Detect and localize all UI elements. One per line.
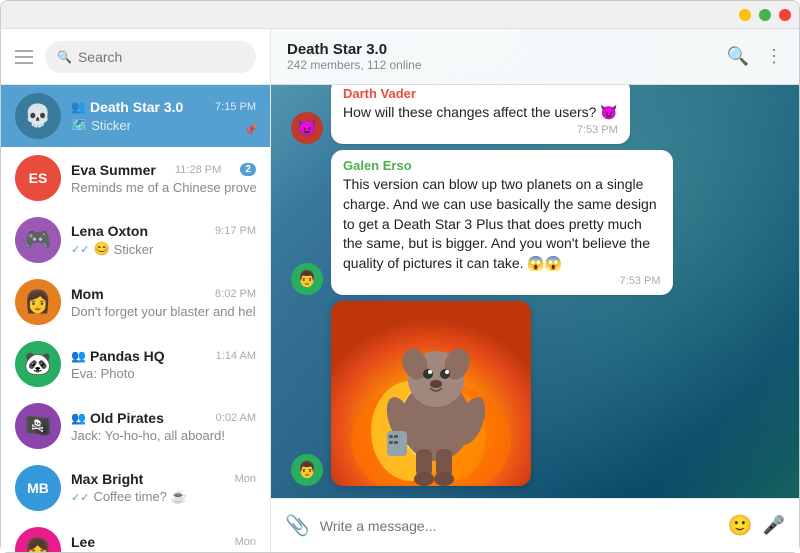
- message-avatar: 👨: [291, 454, 323, 486]
- chat-search-button[interactable]: 🔍: [727, 46, 749, 67]
- attach-button[interactable]: 📎: [285, 513, 310, 538]
- chat-title-sub: 242 members, 112 online: [287, 58, 715, 72]
- chat-name: 👥 Death Star 3.0: [71, 99, 183, 115]
- chat-info: Eva Summer 11:28 PM 2 Reminds me of a Chine…: [71, 162, 256, 195]
- input-area: 📎 🙂 🎤: [271, 498, 799, 552]
- chat-preview: ✓✓Coffee time? ☕: [71, 489, 256, 505]
- chat-time: 8:02 PM: [215, 288, 256, 300]
- chat-info: Lena Oxton9:17 PM✓✓😊 Sticker: [71, 223, 256, 257]
- chat-time: 9:17 PM: [215, 225, 256, 237]
- chat-preview: 🗺️ Sticker: [71, 117, 256, 133]
- sidebar: 🔍 💀 📌 👥 Death Star 3.0 7:15 PM 🗺️ Sticker ES …: [1, 29, 271, 552]
- avatar: 👧: [15, 527, 61, 552]
- chat-name: 👥 Pandas HQ: [71, 348, 165, 364]
- chat-item-pandas-hq[interactable]: 🐼 👥 Pandas HQ 1:14 AM Eva: Photo: [1, 333, 270, 395]
- avatar: 🐼: [15, 341, 61, 387]
- chat-info: Lee Mon We can call it Galaxy Star 7 ;): [71, 534, 256, 553]
- chat-time: Mon: [235, 536, 256, 548]
- avatar: 🏴‍☠️: [15, 403, 61, 449]
- emoji-button[interactable]: 🙂: [728, 513, 753, 538]
- preview-emoji: 🗺️: [71, 117, 87, 133]
- avatar: ES: [15, 155, 61, 201]
- minimize-button[interactable]: [739, 9, 751, 21]
- double-check-icon: ✓✓: [71, 243, 89, 256]
- chat-time: 1:14 AM: [216, 350, 256, 362]
- message-input[interactable]: [320, 518, 718, 534]
- sticker-row: 👨: [291, 301, 779, 486]
- search-icon: 🔍: [57, 50, 72, 64]
- chat-time: 7:15 PM: [215, 101, 256, 113]
- title-bar: [1, 1, 799, 29]
- search-box[interactable]: 🔍: [45, 41, 256, 73]
- mic-button[interactable]: 🎤: [763, 515, 785, 536]
- avatar: 🎮: [15, 217, 61, 263]
- pin-icon: 📌: [243, 123, 258, 137]
- message-bubble-incoming: Darth Vader How will these changes affect…: [331, 85, 630, 144]
- avatar: 👩: [15, 279, 61, 325]
- chat-title-name: Death Star 3.0: [287, 41, 715, 58]
- message-time: 7:53 PM: [343, 275, 661, 287]
- avatar: 💀: [15, 93, 61, 139]
- chat-info: 👥 Pandas HQ 1:14 AM Eva: Photo: [71, 348, 256, 381]
- close-button[interactable]: [779, 9, 791, 21]
- message-text: This version can blow up two planets on …: [343, 175, 661, 273]
- message-avatar: 👨: [291, 263, 323, 295]
- chat-info: Max Bright Mon ✓✓Coffee time? ☕: [71, 471, 256, 505]
- chat-preview: ✓✓😊 Sticker: [71, 241, 256, 257]
- chat-name: Eva Summer: [71, 162, 156, 178]
- message-bubble-incoming: Galen Erso This version can blow up two p…: [331, 150, 673, 295]
- chat-list: 💀 📌 👥 Death Star 3.0 7:15 PM 🗺️ Sticker ES Ev…: [1, 85, 270, 552]
- chat-header-icons: 🔍 ⋮: [727, 46, 783, 67]
- message-avatar: 😈: [291, 112, 323, 144]
- group-icon: 👥: [71, 349, 86, 363]
- chat-header: Death Star 3.0 242 members, 112 online 🔍…: [271, 29, 799, 85]
- chat-panel: Death Star 3.0 242 members, 112 online 🔍…: [271, 29, 799, 552]
- chat-name: Lena Oxton: [71, 223, 148, 239]
- chat-item-death-star[interactable]: 💀 📌 👥 Death Star 3.0 7:15 PM 🗺️ Sticker: [1, 85, 270, 147]
- chat-item-max-bright[interactable]: MB Max Bright Mon ✓✓Coffee time? ☕: [1, 457, 270, 519]
- search-input[interactable]: [78, 49, 244, 65]
- chat-time: Mon: [235, 473, 256, 485]
- unread-badge: 2: [240, 163, 256, 176]
- double-check-icon: ✓✓: [71, 491, 89, 504]
- chat-info: 👥 Old Pirates 0:02 AM Jack: Yo-ho-ho, all …: [71, 410, 256, 443]
- chat-item-mom[interactable]: 👩 Mom 8:02 PM Don't forget your blaster an…: [1, 271, 270, 333]
- app-body: 🔍 💀 📌 👥 Death Star 3.0 7:15 PM 🗺️ Sticker ES …: [1, 29, 799, 552]
- menu-button[interactable]: [15, 50, 33, 64]
- message-row: 😈 Darth Vader How will these changes affec…: [291, 85, 779, 144]
- chat-more-button[interactable]: ⋮: [765, 46, 783, 67]
- message-text: How will these changes affect the users?…: [343, 103, 618, 123]
- chat-name: Max Bright: [71, 471, 143, 487]
- sticker-image: [331, 301, 531, 486]
- chat-name: Mom: [71, 286, 104, 302]
- chat-name: Lee: [71, 534, 95, 550]
- message-time: 7:53 PM: [343, 124, 618, 136]
- message-row: 👨 Galen Erso This version can blow up two …: [291, 150, 779, 295]
- chat-item-old-pirates[interactable]: 🏴‍☠️ 👥 Old Pirates 0:02 AM Jack: Yo-ho-ho, …: [1, 395, 270, 457]
- chat-preview: We can call it Galaxy Star 7 ;): [71, 552, 256, 553]
- avatar: MB: [15, 465, 61, 511]
- chat-item-lena-oxton[interactable]: 🎮 Lena Oxton9:17 PM✓✓😊 Sticker: [1, 209, 270, 271]
- preview-emoji: 😊: [93, 241, 109, 257]
- chat-preview: Reminds me of a Chinese prove…: [71, 180, 256, 195]
- chat-preview: Don't forget your blaster and helmet: [71, 304, 256, 319]
- chat-info: Mom 8:02 PM Don't forget your blaster and …: [71, 286, 256, 319]
- chat-info: 👥 Death Star 3.0 7:15 PM 🗺️ Sticker: [71, 99, 256, 133]
- messages-area: Hi everyone. I've redesigned some key st…: [271, 85, 799, 498]
- maximize-button[interactable]: [759, 9, 771, 21]
- chat-name: 👥 Old Pirates: [71, 410, 164, 426]
- group-icon: 👥: [71, 100, 86, 114]
- sidebar-header: 🔍: [1, 29, 270, 85]
- message-sender: Galen Erso: [343, 158, 661, 173]
- chat-preview: Eva: Photo: [71, 366, 256, 381]
- message-sender: Darth Vader: [343, 86, 618, 101]
- chat-title: Death Star 3.0 242 members, 112 online: [287, 41, 715, 72]
- chat-time: 11:28 PM: [175, 164, 221, 176]
- chat-item-eva-summer[interactable]: ES Eva Summer 11:28 PM 2 Reminds me of a Ch…: [1, 147, 270, 209]
- group-icon: 👥: [71, 411, 86, 425]
- chat-preview: Jack: Yo-ho-ho, all aboard!: [71, 428, 256, 443]
- chat-time: 0:02 AM: [216, 412, 256, 424]
- chat-item-lee[interactable]: 👧 Lee Mon We can call it Galaxy Star 7 ;): [1, 519, 270, 552]
